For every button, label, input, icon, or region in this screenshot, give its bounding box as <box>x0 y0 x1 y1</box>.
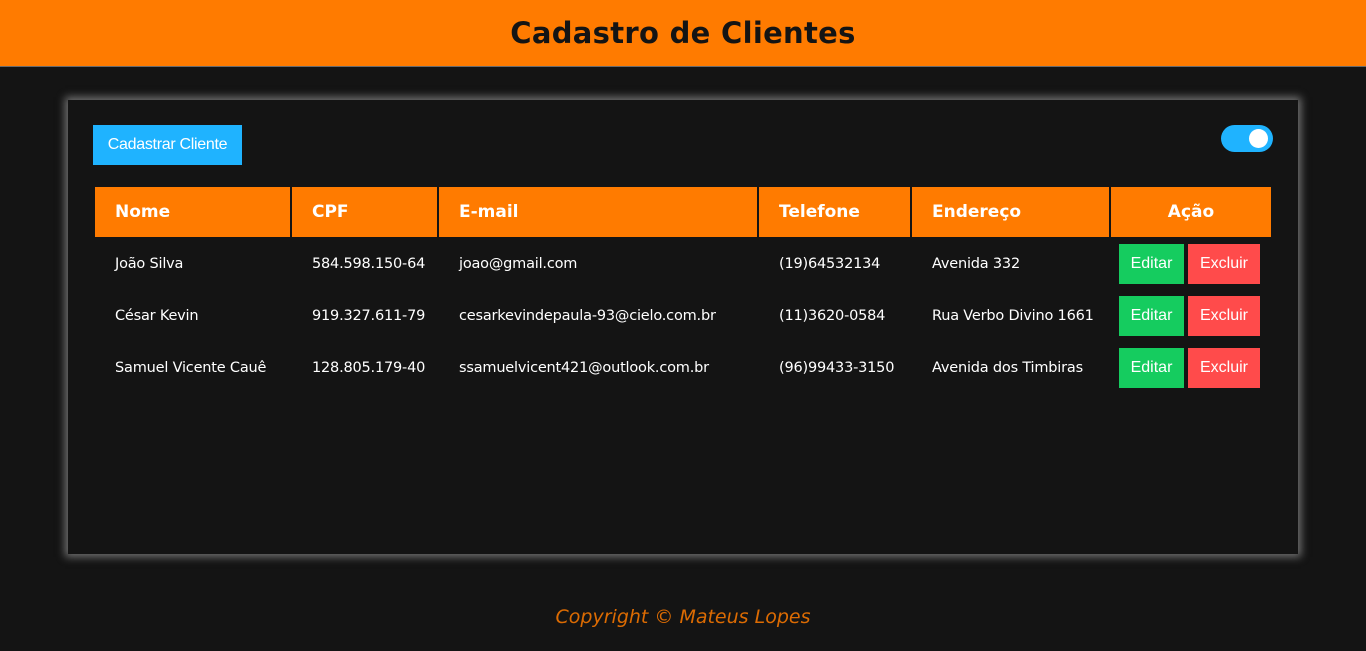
delete-button[interactable]: Excluir <box>1188 348 1260 388</box>
cell-telefone: (11)3620-0584 <box>779 308 886 324</box>
cell-email: joao@gmail.com <box>459 256 578 272</box>
cell-endereco: Avenida dos Timbiras <box>932 360 1083 376</box>
clients-card: Cadastrar Cliente Nome CPF E-mail Telefo… <box>68 100 1298 554</box>
new-client-button[interactable]: Cadastrar Cliente <box>93 125 242 165</box>
clients-table: Nome CPF E-mail Telefone Endereço Ação J… <box>93 185 1273 395</box>
delete-button[interactable]: Excluir <box>1188 296 1260 336</box>
cell-cpf: 128.805.179-40 <box>312 360 426 376</box>
cell-telefone: (19)64532134 <box>779 256 881 272</box>
column-header-email: E-mail <box>439 187 757 237</box>
cell-actions: Editar Excluir <box>1111 343 1271 393</box>
cell-endereco: Rua Verbo Divino 1661 <box>932 308 1094 324</box>
cell-actions: Editar Excluir <box>1111 239 1271 289</box>
page-header: Cadastro de Clientes <box>0 0 1366 67</box>
table-row: César Kevin 919.327.611-79 cesarkevindep… <box>95 291 1271 341</box>
cell-nome: João Silva <box>115 256 184 272</box>
toggle-knob <box>1249 129 1268 148</box>
cell-actions: Editar Excluir <box>1111 291 1271 341</box>
edit-button[interactable]: Editar <box>1119 296 1184 336</box>
column-header-nome: Nome <box>95 187 290 237</box>
cell-cpf: 584.598.150-64 <box>312 256 426 272</box>
cell-email: ssamuelvicent421@outlook.com.br <box>459 360 709 376</box>
footer-copyright: Copyright © Mateus Lopes <box>555 606 811 628</box>
table-row: Samuel Vicente Cauê 128.805.179-40 ssamu… <box>95 343 1271 393</box>
column-header-cpf: CPF <box>292 187 437 237</box>
cell-telefone: (96)99433-3150 <box>779 360 895 376</box>
table-header-row: Nome CPF E-mail Telefone Endereço Ação <box>95 187 1271 237</box>
delete-button[interactable]: Excluir <box>1188 244 1260 284</box>
column-header-telefone: Telefone <box>759 187 910 237</box>
cell-email: cesarkevindepaula-93@cielo.com.br <box>459 308 716 324</box>
cell-cpf: 919.327.611-79 <box>312 308 426 324</box>
cell-nome: César Kevin <box>115 308 199 324</box>
edit-button[interactable]: Editar <box>1119 244 1184 284</box>
edit-button[interactable]: Editar <box>1119 348 1184 388</box>
column-header-acao: Ação <box>1111 187 1271 237</box>
cell-nome: Samuel Vicente Cauê <box>115 360 267 376</box>
table-row: João Silva 584.598.150-64 joao@gmail.com… <box>95 239 1271 289</box>
cell-endereco: Avenida 332 <box>932 256 1020 272</box>
column-header-endereco: Endereço <box>912 187 1109 237</box>
theme-toggle[interactable] <box>1221 125 1273 152</box>
page-title: Cadastro de Clientes <box>510 16 856 50</box>
